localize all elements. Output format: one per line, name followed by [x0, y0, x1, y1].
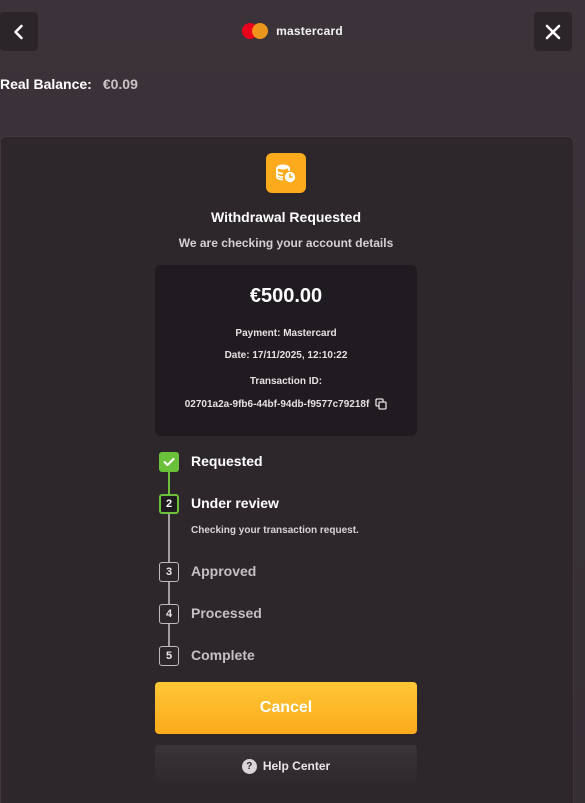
transaction-date: Date: 17/11/2025, 12:10:22 [224, 350, 348, 361]
balance-label: Real Balance: [0, 76, 92, 92]
step-2-number: 2 [159, 494, 179, 514]
step-2-description: Checking your transaction request. [191, 525, 359, 536]
step-connector [168, 513, 170, 563]
step-4-number: 4 [159, 604, 179, 624]
step-2-label: Under review [191, 495, 279, 511]
step-connector [168, 581, 170, 605]
step-connector [168, 471, 170, 495]
brand-name: mastercard [276, 24, 343, 38]
payment-method: Payment: Mastercard [235, 328, 337, 339]
step-5-number: 5 [159, 646, 179, 666]
withdrawal-status-page: mastercard Real Balance: €0.09 Withdrawa… [0, 0, 585, 803]
status-title: Withdrawal Requested [210, 209, 361, 225]
question-circle-icon: ? [241, 758, 257, 774]
step-connector [168, 623, 170, 647]
transaction-id-label: Transaction ID: [249, 376, 323, 387]
transaction-id-value: 02701a2a-9fb6-44bf-94db-f9577c79218f [184, 398, 370, 410]
withdrawal-amount: €500.00 [249, 285, 323, 307]
balance-row: Real Balance: €0.09 [0, 76, 138, 92]
status-subtitle: We are checking your account details [178, 236, 394, 250]
step-4-label: Processed [191, 605, 262, 621]
help-center-label: Help Center [262, 759, 331, 773]
close-icon [545, 24, 561, 39]
close-button[interactable] [534, 12, 572, 51]
transaction-id-row: 02701a2a-9fb6-44bf-94db-f9577c79218f [155, 398, 417, 410]
copy-icon[interactable] [375, 398, 387, 410]
brand-header: mastercard [0, 22, 585, 40]
help-center-button[interactable]: ? Help Center [155, 745, 417, 787]
step-1-check-icon [159, 452, 179, 472]
mastercard-logo-icon [242, 22, 270, 40]
step-1-label: Requested [191, 453, 263, 469]
step-3-label: Approved [191, 563, 257, 579]
coins-clock-icon [266, 153, 306, 193]
cancel-button[interactable]: Cancel [155, 682, 417, 734]
step-5-label: Complete [191, 647, 255, 663]
balance-value: €0.09 [102, 76, 138, 92]
step-3-number: 3 [159, 562, 179, 582]
